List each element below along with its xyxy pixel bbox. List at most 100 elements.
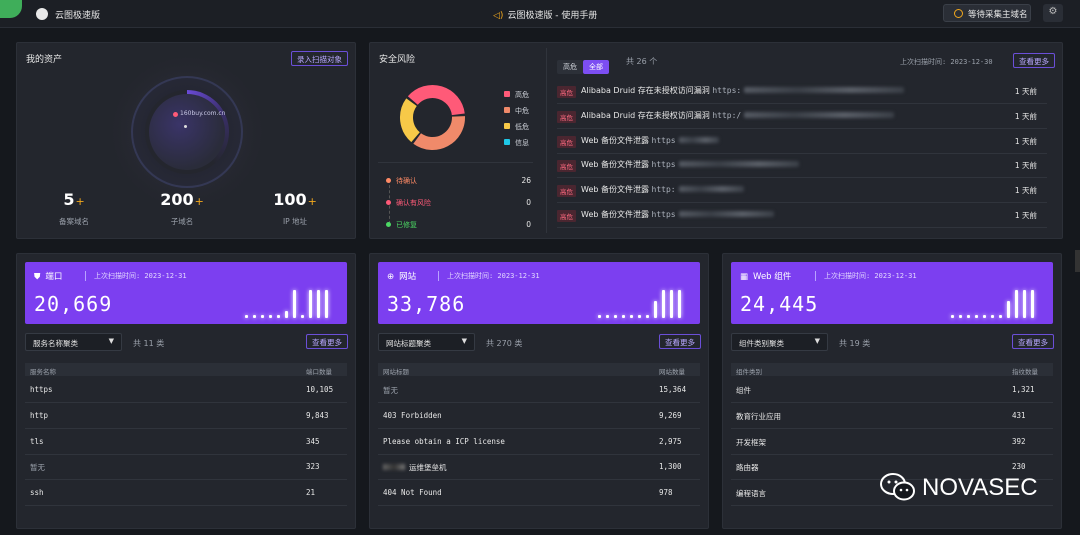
stat-label: IP 地址 xyxy=(282,217,308,226)
redacted-url xyxy=(678,186,744,193)
table-row[interactable]: http 9,843 xyxy=(25,403,347,429)
row-name: 教育行业应用 xyxy=(736,411,781,421)
assets-title: 我的资产 xyxy=(26,55,63,65)
card-hero: ▦ Web 组件 上次扫描时间: 2023-12-31 24,445 xyxy=(731,262,1053,324)
table-row[interactable]: ssh 21 xyxy=(25,480,347,507)
settings-button[interactable]: ⚙ xyxy=(1043,4,1063,22)
sparkline-bar xyxy=(245,315,248,318)
legend-swatch xyxy=(504,107,510,113)
redacted-url xyxy=(678,136,719,143)
risk-item-title: Web 备份文件泄露 xyxy=(581,160,649,170)
clock-icon xyxy=(954,9,963,18)
risk-row[interactable]: 高危 Web 备份文件泄露 https 1 天前 xyxy=(557,204,1047,228)
row-name: ssh xyxy=(30,488,44,498)
sparkline-bar xyxy=(614,315,617,318)
risk-title: 安全风险 xyxy=(379,55,416,65)
risk-divider xyxy=(546,48,547,233)
collect-status-button[interactable]: 等待采集主域名 xyxy=(943,4,1031,22)
table-row[interactable]: Please obtain a ICP license 2,975 xyxy=(378,429,700,455)
stat-subdomains[interactable]: 200+ 子域名 xyxy=(142,190,222,227)
shield-icon: ⛊ xyxy=(34,272,41,282)
stat-ips[interactable]: 100+ IP 地址 xyxy=(255,190,335,227)
card-last-scan: 上次扫描时间: 2023-12-31 xyxy=(85,271,187,281)
timeline-item-fixed[interactable]: 已修复 0 xyxy=(386,220,531,230)
risk-time: 1 天前 xyxy=(1014,111,1037,121)
row-name: 404 Not Found xyxy=(383,488,442,498)
chevron-down-icon: ▼ xyxy=(814,337,820,345)
risk-item-title: Web 备份文件泄露 xyxy=(581,135,649,145)
table-header: 服务名称 端口数量 xyxy=(25,363,347,376)
redacted-url xyxy=(678,161,799,168)
card-sparkline xyxy=(951,288,1041,318)
tab-high-risk[interactable]: 高危 xyxy=(557,60,583,74)
donut-slice-2[interactable] xyxy=(400,98,421,143)
legend-swatch xyxy=(504,139,510,145)
timeline-item-pending[interactable]: 待确认 26 xyxy=(386,176,531,186)
card-total: 20,669 xyxy=(34,292,113,316)
table-row[interactable]: 403 Forbidden 9,269 xyxy=(378,403,700,429)
timeline-item-confirmed[interactable]: 确认有风险 0 xyxy=(386,198,531,208)
risk-row[interactable]: 高危 Web 备份文件泄露 https 1 天前 xyxy=(557,154,1047,179)
severity-badge: 高危 xyxy=(557,160,576,173)
timeline-dot xyxy=(386,222,391,227)
risk-row[interactable]: 高危 Web 备份文件泄露 https 1 天前 xyxy=(557,130,1047,154)
risk-time: 1 天前 xyxy=(1014,186,1037,196)
severity-badge: 高危 xyxy=(557,86,576,98)
sparkline-bar xyxy=(991,315,994,318)
severity-badge: 高危 xyxy=(557,110,576,123)
table-row[interactable]: tls 345 xyxy=(25,429,347,455)
table-row[interactable]: 404 Not Found 978 xyxy=(378,480,700,507)
table-row[interactable]: 运维堡垒机 1,300 xyxy=(378,454,700,481)
donut-slice-0[interactable] xyxy=(407,85,465,116)
stat-label: 子域名 xyxy=(170,217,194,226)
card-title: ⊕ 网站 xyxy=(387,272,417,282)
app-name: 云图极速版 xyxy=(55,11,101,21)
card-more-button[interactable]: 查看更多 xyxy=(306,334,348,349)
sparkline-bar xyxy=(1007,301,1010,318)
group-count: 共 270 类 xyxy=(486,339,523,348)
group-select[interactable]: 网站标题聚类 ▼ xyxy=(378,333,475,351)
group-select[interactable]: 组件类别聚类 ▼ xyxy=(731,333,828,351)
top-bar: 云图极速版 ◁) 云图极速版 - 使用手册 等待采集主域名 ⚙ xyxy=(0,0,1080,28)
risk-more-button[interactable]: 查看更多 xyxy=(1013,53,1055,68)
corner-badge[interactable] xyxy=(0,0,22,18)
sparkline-bar xyxy=(670,290,673,318)
risk-row[interactable]: 高危 Web 备份文件泄露 http: 1 天前 xyxy=(557,179,1047,204)
row-value: 345 xyxy=(306,436,320,446)
table-row[interactable]: 组件 1,321 xyxy=(731,377,1053,403)
risk-title-line: Web 备份文件泄露 https xyxy=(581,135,719,146)
timeline-dot xyxy=(386,200,391,205)
tab-all[interactable]: 全部 xyxy=(583,60,609,74)
risk-row[interactable]: 高危 Alibaba Druid 存在未授权访问漏洞 http:/ 1 天前 xyxy=(557,105,1047,129)
chevron-down-icon: ▼ xyxy=(461,337,467,345)
table-row[interactable]: https 10,105 xyxy=(25,377,347,403)
table-row[interactable]: 开发框架 392 xyxy=(731,429,1053,455)
risk-row[interactable]: 高危 Alibaba Druid 存在未授权访问漏洞 https: 1 天前 xyxy=(557,80,1047,104)
risk-time: 1 天前 xyxy=(1014,211,1037,220)
row-name: 开发框架 xyxy=(736,437,766,447)
table-row[interactable]: 暂无 15,364 xyxy=(378,377,700,403)
sparkline-bar xyxy=(269,315,272,318)
card-more-button[interactable]: 查看更多 xyxy=(659,334,701,349)
card-more-button[interactable]: 查看更多 xyxy=(1012,334,1054,349)
risk-item-title: Web 备份文件泄露 xyxy=(581,185,649,195)
table-row[interactable]: 暂无 323 xyxy=(25,454,347,481)
sparkline-bar xyxy=(1023,290,1026,318)
risk-title-line: Web 备份文件泄露 https xyxy=(581,159,799,170)
import-scan-target-button[interactable]: 录入扫描对象 xyxy=(291,51,348,66)
donut-slice-1[interactable] xyxy=(413,116,465,150)
sparkline-bar xyxy=(253,315,256,318)
sparkline-bar xyxy=(959,315,962,318)
domain-marker-icon xyxy=(173,112,178,117)
stat-domains[interactable]: 5+ 备案域名 xyxy=(34,190,114,227)
row-value: 1,321 xyxy=(1012,385,1035,394)
risk-title-line: Web 备份文件泄露 http: xyxy=(581,184,744,195)
row-name: 组件 xyxy=(736,386,751,395)
scroll-handle[interactable] xyxy=(1075,250,1080,272)
manual-link[interactable]: ◁) 云图极速版 - 使用手册 xyxy=(493,8,597,21)
row-value: 15,364 xyxy=(659,385,687,394)
redacted-url xyxy=(744,87,905,93)
table-row[interactable]: 教育行业应用 431 xyxy=(731,403,1053,429)
timeline-dot xyxy=(386,178,391,183)
group-select[interactable]: 服务名称聚类 ▼ xyxy=(25,333,122,351)
